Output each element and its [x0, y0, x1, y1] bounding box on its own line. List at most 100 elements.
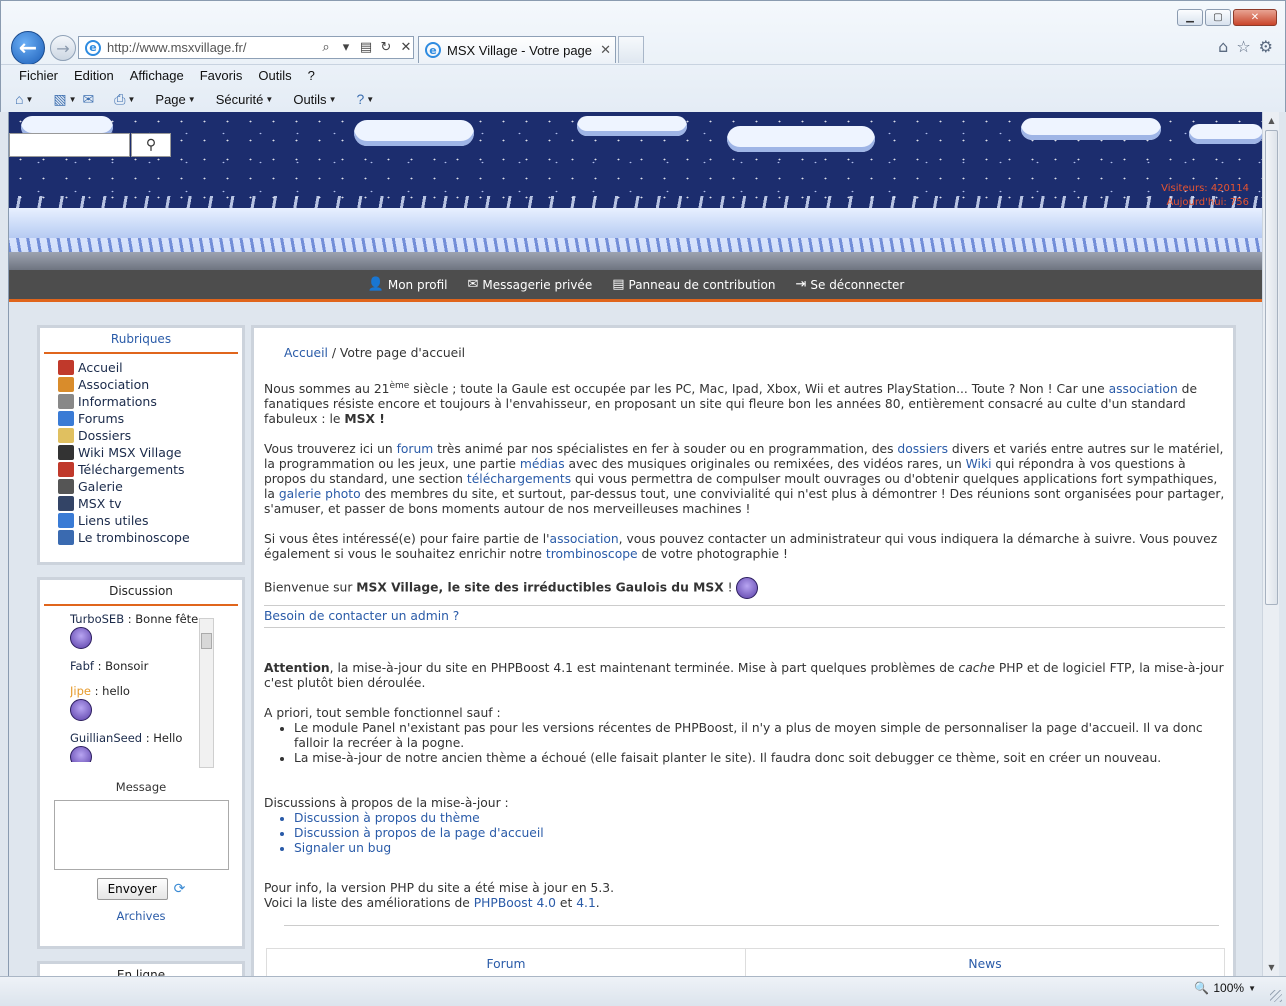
- scroll-thumb[interactable]: [1265, 130, 1278, 605]
- menu-favoris[interactable]: Favoris: [192, 65, 251, 86]
- minimize-button[interactable]: ▁: [1177, 9, 1203, 26]
- menu-outils[interactable]: Outils: [250, 65, 299, 86]
- page-scrollbar[interactable]: ▲ ▼: [1262, 112, 1279, 976]
- divider: [284, 925, 1219, 927]
- menu-help[interactable]: ?: [300, 65, 323, 86]
- rubrique-item[interactable]: Liens utiles: [58, 512, 242, 529]
- stop-icon[interactable]: ✕: [399, 40, 413, 55]
- nav-profile[interactable]: 👤 Mon profil: [368, 277, 448, 292]
- envelope-icon: ✉: [467, 277, 479, 292]
- forward-button[interactable]: →: [50, 35, 76, 61]
- forum-column-header[interactable]: Forum: [267, 949, 745, 976]
- security-command[interactable]: Sécurité ▼: [216, 92, 274, 107]
- telechargements-link[interactable]: téléchargements: [467, 472, 571, 486]
- brush-icon: [58, 479, 74, 494]
- medias-link[interactable]: médias: [520, 457, 565, 471]
- send-button[interactable]: Envoyer: [96, 878, 168, 900]
- gaulois-smiley-icon: [736, 577, 759, 600]
- menu-edition[interactable]: Edition: [66, 65, 122, 86]
- phpboost-40-link[interactable]: PHPBoost 4.0: [474, 896, 556, 910]
- folder-icon: [58, 428, 74, 443]
- site-search-button[interactable]: ⚲: [131, 133, 171, 157]
- nav-contribution[interactable]: ▤ Panneau de contribution: [612, 277, 775, 292]
- rubrique-item[interactable]: Wiki MSX Village: [58, 444, 242, 461]
- home-icon[interactable]: ⌂: [1218, 37, 1228, 56]
- close-window-button[interactable]: ✕: [1233, 9, 1277, 26]
- tab-close-icon[interactable]: ✕: [600, 43, 615, 58]
- smiley-icon: [70, 746, 92, 762]
- dossiers-link[interactable]: dossiers: [897, 442, 948, 456]
- report-bug-link[interactable]: Signaler un bug: [294, 841, 1225, 856]
- rubrique-item[interactable]: Le trombinoscope: [58, 529, 242, 546]
- phpboost-41-link[interactable]: 4.1: [576, 896, 596, 910]
- chat-username[interactable]: TurboSEB: [70, 612, 124, 626]
- print-command[interactable]: ⎙ ▼: [114, 91, 135, 108]
- help-command[interactable]: ? ▼: [356, 91, 374, 107]
- back-button[interactable]: ←: [11, 31, 45, 65]
- rubrique-item[interactable]: Téléchargements: [58, 461, 242, 478]
- discussion-title: Discussion: [44, 580, 238, 606]
- mail-command[interactable]: ✉: [83, 91, 95, 108]
- home-command[interactable]: ⌂ ▼: [15, 91, 33, 107]
- page-viewport: ⚲ Visiteurs: 420114 Aujourd'hui: 756 👤 Mo…: [8, 112, 1262, 976]
- attention-paragraph: Attention, la mise-à-jour du site en PHP…: [264, 661, 1224, 691]
- rubrique-item[interactable]: Association: [58, 376, 242, 393]
- news-column-header[interactable]: News: [745, 949, 1224, 976]
- resize-grip[interactable]: [1270, 990, 1282, 1002]
- message-textarea[interactable]: [53, 800, 229, 870]
- scroll-up-icon[interactable]: ▲: [1263, 112, 1280, 129]
- chat-username[interactable]: Jipe: [70, 684, 91, 698]
- archives-link[interactable]: Archives: [40, 909, 242, 923]
- association-link[interactable]: association: [1109, 382, 1178, 396]
- scroll-down-icon[interactable]: ▼: [1263, 959, 1280, 976]
- tools-command[interactable]: Outils ▼: [293, 92, 336, 107]
- wiki-link[interactable]: Wiki: [966, 457, 992, 471]
- dropdown-icon[interactable]: ▾: [339, 40, 353, 55]
- chat-username[interactable]: GuillianSeed: [70, 731, 142, 745]
- browser-right-icons: ⌂ ☆ ⚙: [1218, 37, 1273, 56]
- feeds-command[interactable]: ▧ ▼: [53, 91, 76, 108]
- maximize-button[interactable]: ▢: [1205, 9, 1231, 26]
- breadcrumb-home[interactable]: Accueil: [284, 346, 328, 360]
- homepage-discussion-link[interactable]: Discussion à propos de la page d'accueil: [294, 826, 1225, 841]
- menu-affichage[interactable]: Affichage: [122, 65, 192, 86]
- globe-icon: [58, 513, 74, 528]
- page-command[interactable]: Page ▼: [155, 92, 195, 107]
- forum-icon: [58, 411, 74, 426]
- rubrique-item[interactable]: Accueil: [58, 359, 242, 376]
- favorites-star-icon[interactable]: ☆: [1236, 37, 1250, 56]
- chat-scrollbar[interactable]: [199, 618, 214, 768]
- address-text[interactable]: http://www.msxvillage.fr/: [107, 40, 313, 55]
- rubrique-item[interactable]: Informations: [58, 393, 242, 410]
- rubrique-item[interactable]: Forums: [58, 410, 242, 427]
- chat-text: Hello: [153, 731, 183, 745]
- improvements-text: Voici la liste des améliorations de PHPB…: [264, 896, 600, 911]
- forum-link[interactable]: forum: [397, 442, 434, 456]
- theme-discussion-link[interactable]: Discussion à propos du thème: [294, 811, 1225, 826]
- print-icon: ⎙: [114, 90, 126, 107]
- browser-tab[interactable]: e MSX Village - Votre page d'... ✕: [418, 36, 616, 63]
- search-icon[interactable]: ⌕: [319, 40, 333, 55]
- address-bar[interactable]: e http://www.msxvillage.fr/ ⌕ ▾ ▤ ↻ ✕: [78, 36, 414, 59]
- nav-logout[interactable]: ⇥ Se déconnecter: [795, 277, 904, 292]
- rubrique-item[interactable]: Galerie: [58, 478, 242, 495]
- galerie-link[interactable]: galerie photo: [279, 487, 361, 501]
- download-icon: [58, 462, 74, 477]
- menu-fichier[interactable]: Fichier: [11, 65, 66, 86]
- chat-username[interactable]: Fabf: [70, 659, 94, 673]
- settings-gear-icon[interactable]: ⚙: [1259, 37, 1273, 56]
- association-link-2[interactable]: association: [550, 532, 619, 546]
- zoom-control[interactable]: 🔍 100% ▼: [1194, 981, 1256, 995]
- rubrique-item[interactable]: MSX tv: [58, 495, 242, 512]
- trombinoscope-link[interactable]: trombinoscope: [546, 547, 638, 561]
- rubrique-label: Informations: [78, 394, 157, 409]
- contact-admin-link[interactable]: Besoin de contacter un admin ?: [264, 605, 1225, 629]
- compat-view-icon[interactable]: ▤: [359, 40, 373, 55]
- refresh-icon[interactable]: ↻: [379, 40, 393, 55]
- site-search-input[interactable]: [9, 133, 130, 157]
- new-tab-button[interactable]: [618, 36, 644, 63]
- rubrique-item[interactable]: Dossiers: [58, 427, 242, 444]
- apriori-text: A priori, tout semble fonctionnel sauf :: [264, 706, 501, 721]
- nav-messages[interactable]: ✉ Messagerie privée: [467, 277, 592, 292]
- refresh-icon[interactable]: ⟳: [174, 881, 186, 897]
